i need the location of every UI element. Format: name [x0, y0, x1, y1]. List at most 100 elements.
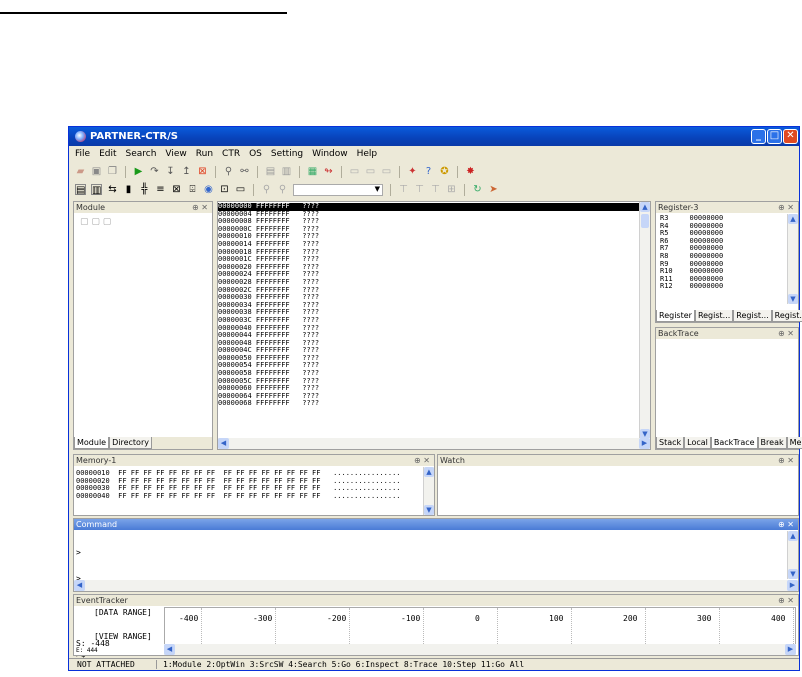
mix-icon[interactable]: ▥ — [91, 184, 102, 196]
open-icon[interactable]: ▰ — [75, 166, 86, 177]
step-in-icon[interactable]: ↧ — [165, 166, 176, 177]
tab-memo[interactable]: Memo — [786, 437, 802, 449]
scroll-left-icon[interactable]: ◀ — [218, 438, 229, 449]
trace-icon[interactable]: ╬ — [139, 184, 150, 195]
pin-close-icon[interactable]: ⊕ ✕ — [778, 595, 794, 606]
help-icon[interactable]: ? — [423, 166, 434, 177]
code-row[interactable]: 00000068 FFFFFFFF ???? — [218, 400, 640, 408]
pin-close-icon[interactable]: ⊕ ✕ — [778, 328, 794, 339]
filter3-icon[interactable]: ⊤ — [430, 184, 441, 195]
scroll-down-icon[interactable]: ▼ — [788, 294, 798, 304]
tab-register-3[interactable]: Regist... — [733, 310, 772, 322]
reg-icon[interactable]: ⊡ — [219, 184, 230, 195]
memory-row[interactable]: 00000040 FF FF FF FF FF FF FF FF FF FF F… — [76, 492, 401, 501]
local-icon[interactable]: ⌹ — [187, 184, 198, 195]
module-btn3-icon[interactable]: ▢ — [103, 217, 112, 227]
scroll-left-icon[interactable]: ◀ — [164, 644, 175, 655]
command-vscroll[interactable]: ▲ ▼ — [787, 531, 798, 579]
asm-icon[interactable]: ⇆ — [107, 184, 118, 195]
find2-icon[interactable]: ⚲ — [261, 184, 272, 195]
pane2-icon[interactable]: ▭ — [365, 166, 376, 177]
tab-directory[interactable]: Directory — [109, 437, 152, 449]
clip-icon[interactable]: ▥ — [281, 166, 292, 177]
scroll-thumb[interactable] — [641, 214, 649, 228]
paste-icon[interactable]: ▤ — [265, 166, 276, 177]
mem-icon[interactable]: ≡ — [155, 184, 166, 195]
memory-vscroll[interactable]: ▲ ▼ — [423, 467, 434, 515]
code-vscroll[interactable]: ▲ ▼ — [639, 202, 650, 439]
filter4-icon[interactable]: ⊞ — [446, 184, 457, 195]
tab-register[interactable]: Register — [656, 310, 695, 322]
scroll-up-icon[interactable]: ▲ — [788, 531, 798, 541]
menu-window[interactable]: Window — [312, 149, 348, 159]
scroll-up-icon[interactable]: ▲ — [424, 467, 434, 477]
jump-icon[interactable]: ↬ — [323, 166, 334, 177]
watch-icon[interactable]: ⊠ — [171, 184, 182, 195]
menu-setting[interactable]: Setting — [271, 149, 303, 159]
scroll-left-icon[interactable]: ◀ — [74, 580, 85, 591]
minimize-button[interactable]: _ — [751, 129, 766, 144]
scroll-up-icon[interactable]: ▲ — [788, 214, 798, 224]
command-hscroll[interactable]: ◀ ▶ — [74, 580, 798, 591]
pin-close-icon[interactable]: ⊕ ✕ — [192, 202, 208, 213]
scroll-right-icon[interactable]: ▶ — [787, 580, 798, 591]
menu-view[interactable]: View — [165, 149, 186, 159]
timeline-hscroll[interactable]: ◀ ▶ — [164, 644, 796, 655]
refresh-icon[interactable]: ↻ — [472, 184, 483, 195]
tab-register-4[interactable]: Regist... — [771, 310, 802, 322]
maximize-button[interactable]: □ — [767, 129, 782, 144]
menu-ctr[interactable]: CTR — [222, 149, 240, 159]
stop-icon[interactable]: ⊠ — [197, 166, 208, 177]
timeline-area[interactable]: -400 -300 -200 -100 0 100 200 300 400 — [164, 607, 796, 645]
dropdown-icon[interactable]: ▼ — [293, 183, 383, 196]
menu-search[interactable]: Search — [126, 149, 157, 159]
code-hscroll[interactable]: ◀ ▶ — [218, 438, 650, 449]
tab-backtrace[interactable]: BackTrace — [710, 437, 758, 449]
tab-stack[interactable]: Stack — [656, 437, 685, 449]
rocket-icon[interactable]: ✦ — [407, 166, 418, 177]
save-icon[interactable]: ▣ — [91, 166, 102, 177]
tab-register-2[interactable]: Regist... — [694, 310, 734, 322]
stack-icon[interactable]: ◉ — [203, 184, 214, 195]
pane1-icon[interactable]: ▭ — [349, 166, 360, 177]
filter2-icon[interactable]: ⊤ — [414, 184, 425, 195]
grid-icon[interactable]: ▦ — [307, 166, 318, 177]
bug-icon[interactable]: ✸ — [465, 166, 476, 177]
tab-break[interactable]: Break — [757, 437, 787, 449]
pin-close-icon[interactable]: ⊕ ✕ — [778, 202, 794, 213]
close-button[interactable]: ✕ — [783, 129, 798, 144]
step-out-icon[interactable]: ↥ — [181, 166, 192, 177]
tab-module[interactable]: Module — [74, 437, 110, 449]
scroll-up-icon[interactable]: ▲ — [640, 202, 650, 212]
register-row[interactable]: R12 00000000 — [660, 283, 723, 291]
find3-icon[interactable]: ⚲ — [277, 184, 288, 195]
scroll-down-icon[interactable]: ▼ — [788, 569, 798, 579]
module-btn2-icon[interactable]: ▢ — [91, 217, 100, 227]
bp-icon[interactable]: ▮ — [123, 184, 134, 195]
menu-edit[interactable]: Edit — [99, 149, 116, 159]
pane3-icon[interactable]: ▭ — [381, 166, 392, 177]
menu-file[interactable]: File — [75, 149, 90, 159]
src-icon[interactable]: ▤ — [75, 184, 86, 196]
register-vscroll[interactable]: ▲ ▼ — [787, 214, 798, 304]
copy-icon[interactable]: ❐ — [107, 166, 118, 177]
menu-os[interactable]: OS — [249, 149, 262, 159]
scroll-right-icon[interactable]: ▶ — [639, 438, 650, 449]
find-icon[interactable]: ⚲ — [223, 166, 234, 177]
cmd-icon[interactable]: ▭ — [235, 184, 246, 195]
scroll-down-icon[interactable]: ▼ — [424, 505, 434, 515]
filter1-icon[interactable]: ⊤ — [398, 184, 409, 195]
menu-run[interactable]: Run — [196, 149, 213, 159]
go-icon[interactable]: ➤ — [488, 184, 499, 195]
step-over-icon[interactable]: ↷ — [149, 166, 160, 177]
module-btn1-icon[interactable]: ▢ — [80, 217, 89, 227]
pin-close-icon[interactable]: ⊕ ✕ — [414, 455, 430, 466]
scroll-right-icon[interactable]: ▶ — [785, 644, 796, 655]
tab-local[interactable]: Local — [684, 437, 711, 449]
about-icon[interactable]: ✪ — [439, 166, 450, 177]
find-next-icon[interactable]: ⚯ — [239, 166, 250, 177]
pin-close-icon[interactable]: ⊕ ✕ — [778, 455, 794, 466]
run-icon[interactable]: ▶ — [133, 166, 144, 177]
menu-help[interactable]: Help — [357, 149, 378, 159]
pin-close-icon[interactable]: ⊕ ✕ — [778, 519, 794, 530]
